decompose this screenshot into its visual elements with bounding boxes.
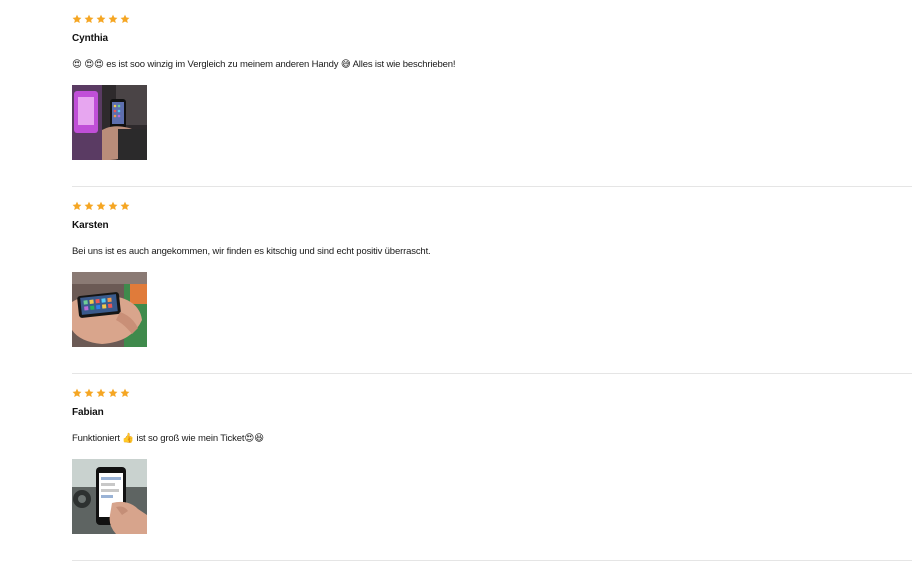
star-icon [72, 14, 82, 24]
review-item: Fabian Funktioniert 👍 ist so groß wie me… [72, 374, 912, 561]
star-icon [96, 14, 106, 24]
star-icon [84, 388, 94, 398]
photo-hand-holding-small-phone-purple [72, 85, 147, 160]
star-icon [120, 14, 130, 24]
reviewer-name: Karsten [72, 220, 109, 231]
star-icon [120, 388, 130, 398]
star-icon [84, 14, 94, 24]
review-text: Funktioniert 👍 ist so groß wie mein Tick… [72, 433, 264, 444]
star-icon [108, 388, 118, 398]
photo-hand-holding-phone-in-car [72, 459, 147, 534]
star-icon [108, 14, 118, 24]
review-photo[interactable] [72, 85, 147, 160]
review-list: Cynthia 😍 😍😍 es ist soo winzig im Vergle… [72, 0, 912, 561]
star-icon [72, 201, 82, 211]
star-icon [96, 388, 106, 398]
photo-hand-holding-small-phone-palm [72, 272, 147, 347]
star-icon [120, 201, 130, 211]
star-icon [72, 388, 82, 398]
review-item: Karsten Bei uns ist es auch angekommen, … [72, 187, 912, 374]
star-icon [84, 201, 94, 211]
reviewer-name: Fabian [72, 407, 104, 418]
star-icon [108, 201, 118, 211]
reviewer-name: Cynthia [72, 33, 108, 44]
review-text: 😍 😍😍 es ist soo winzig im Vergleich zu m… [72, 59, 456, 70]
star-rating [72, 201, 130, 211]
review-photo[interactable] [72, 272, 147, 347]
star-icon [96, 201, 106, 211]
review-photo[interactable] [72, 459, 147, 534]
review-item: Cynthia 😍 😍😍 es ist soo winzig im Vergle… [72, 0, 912, 187]
star-rating [72, 14, 130, 24]
review-text: Bei uns ist es auch angekommen, wir find… [72, 246, 431, 257]
star-rating [72, 388, 130, 398]
